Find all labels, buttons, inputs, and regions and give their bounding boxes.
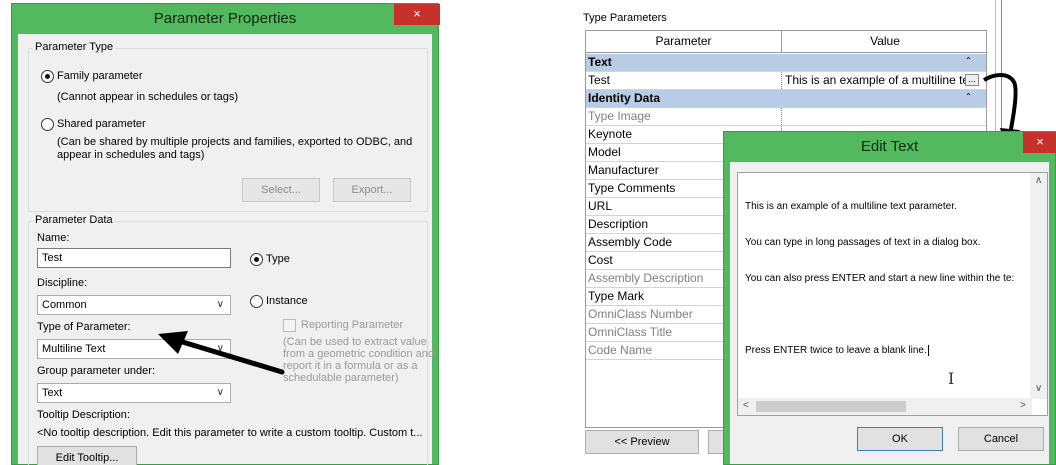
family-parameter-radio[interactable]	[41, 70, 54, 83]
text-line	[745, 309, 1014, 321]
close-button[interactable]: ×	[1023, 132, 1056, 153]
parameter-value[interactable]: This is an example of a multiline te:...	[783, 72, 981, 89]
select-button[interactable]: Select...	[242, 178, 320, 202]
edit-tooltip-button[interactable]: Edit Tooltip...	[37, 446, 137, 465]
type-of-parameter-label: Type of Parameter:	[37, 321, 131, 333]
text-cursor-icon: I	[948, 369, 955, 388]
chevron-up-icon[interactable]: ∧	[1035, 175, 1042, 186]
group-name: Text	[588, 55, 612, 69]
text-caret	[927, 345, 929, 356]
group-row[interactable]: Text ˆ	[586, 54, 986, 72]
dialog-title: Parameter Properties	[153, 10, 297, 27]
vertical-scrollbar[interactable]: ∧ ∨	[1030, 173, 1047, 399]
parameter-properties-dialog: Parameter Properties × Parameter Type Fa…	[11, 3, 440, 465]
text-line-content: Press ENTER twice to leave a blank line.	[745, 345, 927, 356]
screenshot-canvas: Parameter Properties × Parameter Type Fa…	[0, 0, 1056, 465]
reporting-note: schedulable parameter)	[283, 372, 399, 384]
chevron-down-icon: ∨	[216, 387, 224, 398]
group-parameter-value: Text	[42, 387, 63, 399]
text-line: Press ENTER twice to leave a blank line.	[745, 345, 1014, 357]
text-line: You can also press ENTER and start a new…	[745, 273, 1015, 284]
group-name: Identity Data	[588, 91, 661, 105]
column-header-value[interactable]: Value	[783, 31, 987, 52]
close-button[interactable]: ×	[394, 4, 440, 25]
text-content: This is an example of a multiline text p…	[745, 177, 1014, 381]
parameter-name: Type Image	[586, 108, 782, 125]
chevron-down-icon[interactable]: ∨	[1035, 383, 1042, 394]
family-parameter-note: (Cannot appear in schedules or tags)	[57, 91, 238, 103]
horizontal-scrollbar[interactable]: < >	[738, 398, 1032, 415]
column-header-parameter[interactable]: Parameter	[586, 31, 782, 52]
group-parameter-select[interactable]: Text ∨	[37, 383, 231, 403]
edit-text-dialog: Edit Text × This is an example of a mult…	[723, 131, 1056, 465]
dialog-body: This is an example of a multiline text p…	[730, 162, 1049, 464]
collapse-caret-icon[interactable]: ˆ	[967, 90, 970, 107]
chevron-right-icon[interactable]: >	[1020, 400, 1026, 411]
table-row[interactable]: Test This is an example of a multiline te…	[586, 72, 986, 90]
table-header: Parameter Value	[586, 31, 986, 53]
annotation-arrow-icon	[158, 331, 285, 375]
preview-button[interactable]: << Preview	[585, 430, 699, 454]
parameter-value[interactable]	[783, 108, 981, 125]
cancel-button[interactable]: Cancel	[958, 427, 1044, 451]
chevron-left-icon[interactable]: <	[743, 400, 749, 411]
table-row[interactable]: Type Image	[586, 108, 986, 126]
group-parameter-label: Group parameter under:	[37, 365, 156, 377]
tooltip-description: <No tooltip description. Edit this param…	[37, 427, 423, 439]
shared-parameter-label: Shared parameter	[57, 118, 146, 130]
discipline-select[interactable]: Common ∨	[37, 295, 231, 315]
tooltip-label: Tooltip Description:	[37, 409, 130, 421]
name-input[interactable]: Test	[37, 248, 231, 268]
group-legend: Parameter Data	[33, 214, 115, 226]
shared-parameter-note: appear in schedules and tags)	[57, 149, 205, 161]
edit-value-button[interactable]: ...	[965, 74, 979, 86]
text-line: You can type in long passages of text in…	[745, 237, 981, 248]
scrollbar-thumb[interactable]	[756, 401, 906, 412]
dialog-body: Parameter Type Family parameter (Cannot …	[18, 34, 435, 465]
collapse-caret-icon[interactable]: ˆ	[967, 54, 970, 71]
parameter-name: Test	[586, 72, 782, 89]
reporting-note: (Can be used to extract value	[283, 336, 427, 348]
discipline-value: Common	[42, 299, 87, 311]
instance-radio[interactable]	[250, 295, 263, 308]
discipline-label: Discipline:	[37, 277, 88, 289]
name-label: Name:	[37, 232, 70, 244]
group-legend: Parameter Type	[33, 41, 116, 53]
shared-parameter-radio[interactable]	[41, 118, 54, 131]
instance-radio-label: Instance	[266, 295, 308, 307]
text-line: This is an example of a multiline text p…	[745, 201, 957, 212]
multiline-text-area[interactable]: This is an example of a multiline text p…	[737, 172, 1048, 416]
export-button[interactable]: Export...	[333, 178, 411, 202]
type-parameters-title: Type Parameters	[583, 12, 667, 24]
shared-parameter-note: (Can be shared by multiple projects and …	[57, 136, 413, 148]
parameter-value-text: This is an example of a multiline te:	[785, 73, 973, 87]
dialog-title: Edit Text	[860, 138, 919, 155]
ok-button[interactable]: OK	[857, 427, 943, 451]
chevron-down-icon: ∨	[216, 299, 224, 310]
reporting-note: from a geometric condition and	[283, 348, 435, 360]
type-radio-label: Type	[266, 253, 290, 265]
type-radio[interactable]	[250, 253, 263, 266]
reporting-note: report it in a formula or as a	[283, 360, 418, 372]
group-row[interactable]: Identity Data ˆ	[586, 90, 986, 108]
parameter-type-group: Parameter Type Family parameter (Cannot …	[28, 41, 428, 212]
family-parameter-label: Family parameter	[57, 70, 143, 82]
reporting-parameter-label: Reporting Parameter	[301, 319, 404, 331]
type-of-parameter-value: Multiline Text	[42, 343, 106, 355]
